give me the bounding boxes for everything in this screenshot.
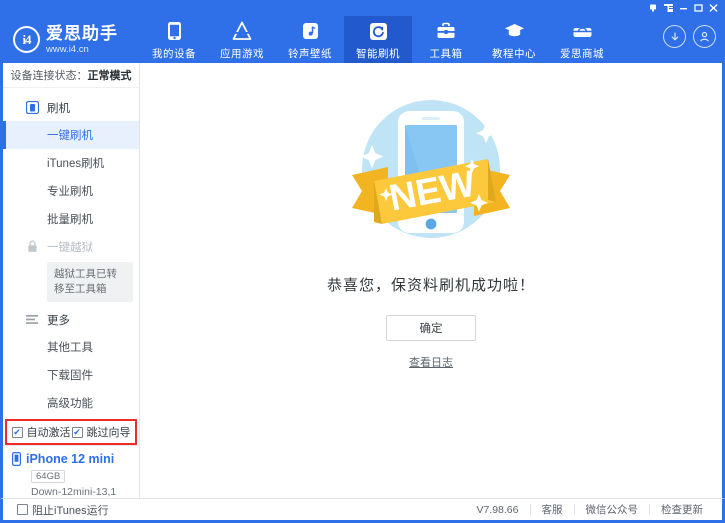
status-bar-links: V7.98.66 客服 微信公众号 检查更新 <box>476 502 714 517</box>
status-bar: 阻止iTunes运行 V7.98.66 客服 微信公众号 检查更新 <box>0 498 725 523</box>
sidebar-item-itunes-flash[interactable]: iTunes刷机 <box>3 149 139 177</box>
sidebar-item-other-tools[interactable]: 其他工具 <box>3 333 139 361</box>
nav-item-apps-games[interactable]: 应用游戏 <box>208 16 276 63</box>
app-header: i4 爱思助手 www.i4.cn 我的设备 应用游戏 <box>0 16 725 63</box>
connection-status-label: 设备连接状态： <box>11 67 88 83</box>
sidebar-item-label: 批量刷机 <box>47 211 93 227</box>
toolbox-icon <box>436 21 456 42</box>
sidebar-section-more[interactable]: 更多 <box>3 306 139 333</box>
sidebar-item-label: 高级功能 <box>47 395 93 411</box>
wechat-official-link[interactable]: 微信公众号 <box>575 502 650 517</box>
user-account-icon[interactable] <box>693 25 716 48</box>
view-log-link[interactable]: 查看日志 <box>409 354 453 370</box>
option-label: 跳过向导 <box>87 424 131 440</box>
flash-device-icon <box>25 101 39 115</box>
i4-logo-icon: i4 <box>13 26 40 53</box>
sidebar-section-label: 一键越狱 <box>47 239 93 255</box>
pin-icon[interactable] <box>646 2 660 14</box>
nav-label: 爱思商城 <box>560 46 604 61</box>
more-list-icon <box>25 313 39 327</box>
sidebar-item-label: 一键刷机 <box>47 127 93 143</box>
menu-icon[interactable] <box>661 2 675 14</box>
confirm-button[interactable]: 确定 <box>386 315 476 341</box>
brand-name: 爱思助手 <box>46 25 118 42</box>
sidebar-item-one-key-flash[interactable]: 一键刷机 <box>3 121 139 149</box>
option-auto-activate[interactable]: ✔ 自动激活 <box>12 424 71 440</box>
checkbox-block-itunes[interactable] <box>17 504 28 515</box>
option-skip-wizard[interactable]: ✔ 跳过向导 <box>72 424 131 440</box>
sidebar-item-label: 其他工具 <box>47 339 93 355</box>
nav-item-my-device[interactable]: 我的设备 <box>140 16 208 63</box>
maximize-icon[interactable] <box>691 2 705 14</box>
option-label: 阻止iTunes运行 <box>32 502 109 518</box>
sidebar-item-batch-flash[interactable]: 批量刷机 <box>3 205 139 233</box>
sidebar-item-advanced[interactable]: 高级功能 <box>3 389 139 417</box>
device-capacity-badge: 64GB <box>31 470 65 483</box>
sidebar-item-download-firmware[interactable]: 下载固件 <box>3 361 139 389</box>
nav-item-ringtone-wallpaper[interactable]: 铃声壁纸 <box>276 16 344 63</box>
customer-service-link[interactable]: 客服 <box>531 502 574 517</box>
device-identifier: Down-12mini-13,1 <box>31 486 139 498</box>
jailbreak-tooltip: 越狱工具已转移至工具箱 <box>47 262 133 302</box>
download-icon[interactable] <box>663 25 686 48</box>
nav-item-tutorial-center[interactable]: 教程中心 <box>480 16 548 63</box>
lock-icon <box>25 240 39 254</box>
nav-label: 智能刷机 <box>356 46 400 61</box>
title-bar <box>0 0 725 16</box>
connection-status-value: 正常模式 <box>88 67 132 83</box>
device-name: iPhone 12 mini <box>26 452 114 466</box>
header-actions <box>663 25 716 48</box>
main-nav: 我的设备 应用游戏 铃声壁纸 智能刷机 <box>140 16 616 63</box>
sidebar-scroll: 刷机 一键刷机 iTunes刷机 专业刷机 批量刷机 <box>3 88 139 419</box>
flash-refresh-icon <box>369 21 388 42</box>
option-label: 自动激活 <box>27 424 71 440</box>
new-phone-badge-illustration: NEW <box>336 85 526 260</box>
phone-icon <box>167 21 182 42</box>
store-icon <box>572 21 593 42</box>
nav-item-store[interactable]: 爱思商城 <box>548 16 616 63</box>
nav-label: 工具箱 <box>430 46 463 61</box>
sidebar-item-label: 专业刷机 <box>47 183 93 199</box>
phone-small-icon <box>12 452 21 466</box>
brand-url: www.i4.cn <box>46 45 118 55</box>
sidebar-section-jailbreak: 一键越狱 <box>3 233 139 260</box>
sidebar-options-highlight: ✔ 自动激活 ✔ 跳过向导 <box>5 419 137 445</box>
close-icon[interactable] <box>706 2 720 14</box>
nav-label: 教程中心 <box>492 46 536 61</box>
nav-label: 我的设备 <box>152 46 196 61</box>
check-update-link[interactable]: 检查更新 <box>650 502 714 517</box>
option-block-itunes[interactable]: 阻止iTunes运行 <box>17 502 109 518</box>
success-message: 恭喜您，保资料刷机成功啦！ <box>327 274 535 295</box>
graduation-cap-icon <box>504 21 525 42</box>
nav-item-smart-flash[interactable]: 智能刷机 <box>344 16 412 63</box>
sidebar: 设备连接状态：正常模式 刷机 一键刷机 iTunes刷机 专业刷机 <box>3 63 140 498</box>
sidebar-item-label: 下载固件 <box>47 367 93 383</box>
main-content: NEW 恭喜您，保资料刷机成功啦！ 确定 查看日志 <box>140 63 722 498</box>
checkbox-skip-wizard[interactable]: ✔ <box>72 427 83 438</box>
nav-label: 铃声壁纸 <box>288 46 332 61</box>
minimize-icon[interactable] <box>676 2 690 14</box>
sidebar-section-label: 刷机 <box>47 100 70 116</box>
app-version: V7.98.66 <box>476 504 529 516</box>
sidebar-section-flash[interactable]: 刷机 <box>3 94 139 121</box>
apps-games-icon <box>231 21 253 42</box>
body-container: 设备连接状态：正常模式 刷机 一键刷机 iTunes刷机 专业刷机 <box>0 63 725 498</box>
connected-device-panel[interactable]: iPhone 12 mini 64GB Down-12mini-13,1 <box>3 445 139 498</box>
nav-label: 应用游戏 <box>220 46 264 61</box>
sidebar-section-label: 更多 <box>47 312 70 328</box>
ringtone-wallpaper-icon <box>302 21 319 42</box>
sidebar-item-label: iTunes刷机 <box>47 155 104 171</box>
app-window: i4 爱思助手 www.i4.cn 我的设备 应用游戏 <box>0 0 725 523</box>
connection-status: 设备连接状态：正常模式 <box>3 63 139 88</box>
sidebar-item-pro-flash[interactable]: 专业刷机 <box>3 177 139 205</box>
nav-item-toolbox[interactable]: 工具箱 <box>412 16 480 63</box>
brand-logo: i4 爱思助手 www.i4.cn <box>0 16 140 63</box>
device-name-row: iPhone 12 mini <box>12 452 139 466</box>
checkbox-auto-activate[interactable]: ✔ <box>12 427 23 438</box>
